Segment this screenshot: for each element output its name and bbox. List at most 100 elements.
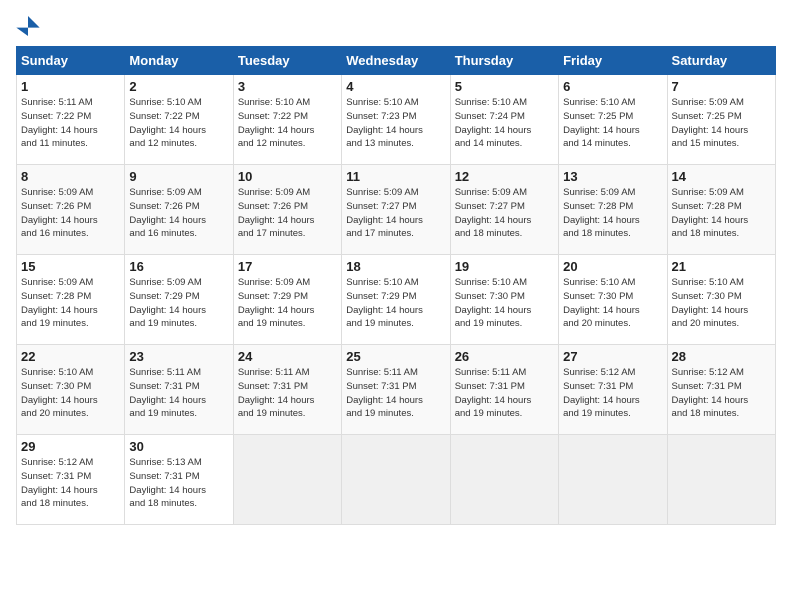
day-number: 21 — [672, 259, 771, 274]
calendar-cell: 17 Sunrise: 5:09 AM Sunset: 7:29 PM Dayli… — [233, 255, 341, 345]
calendar-cell: 9 Sunrise: 5:09 AM Sunset: 7:26 PM Daylig… — [125, 165, 233, 255]
day-info: Sunrise: 5:10 AM Sunset: 7:29 PM Dayligh… — [346, 276, 445, 331]
day-info: Sunrise: 5:10 AM Sunset: 7:30 PM Dayligh… — [672, 276, 771, 331]
header-cell-saturday: Saturday — [667, 47, 775, 75]
day-info: Sunrise: 5:10 AM Sunset: 7:23 PM Dayligh… — [346, 96, 445, 151]
day-number: 18 — [346, 259, 445, 274]
day-number: 22 — [21, 349, 120, 364]
day-info: Sunrise: 5:09 AM Sunset: 7:28 PM Dayligh… — [21, 276, 120, 331]
header-row: SundayMondayTuesdayWednesdayThursdayFrid… — [17, 47, 776, 75]
day-number: 9 — [129, 169, 228, 184]
header-cell-thursday: Thursday — [450, 47, 558, 75]
day-info: Sunrise: 5:09 AM Sunset: 7:26 PM Dayligh… — [238, 186, 337, 241]
calendar-cell — [559, 435, 667, 525]
calendar-body: 1 Sunrise: 5:11 AM Sunset: 7:22 PM Daylig… — [17, 75, 776, 525]
day-info: Sunrise: 5:10 AM Sunset: 7:22 PM Dayligh… — [129, 96, 228, 151]
day-info: Sunrise: 5:09 AM Sunset: 7:26 PM Dayligh… — [21, 186, 120, 241]
day-number: 27 — [563, 349, 662, 364]
day-info: Sunrise: 5:10 AM Sunset: 7:30 PM Dayligh… — [455, 276, 554, 331]
day-info: Sunrise: 5:09 AM Sunset: 7:27 PM Dayligh… — [346, 186, 445, 241]
calendar-cell: 19 Sunrise: 5:10 AM Sunset: 7:30 PM Dayli… — [450, 255, 558, 345]
day-number: 14 — [672, 169, 771, 184]
calendar-week-3: 15 Sunrise: 5:09 AM Sunset: 7:28 PM Dayli… — [17, 255, 776, 345]
header-cell-wednesday: Wednesday — [342, 47, 450, 75]
day-info: Sunrise: 5:09 AM Sunset: 7:26 PM Dayligh… — [129, 186, 228, 241]
calendar-table: SundayMondayTuesdayWednesdayThursdayFrid… — [16, 46, 776, 525]
day-number: 13 — [563, 169, 662, 184]
calendar-cell: 28 Sunrise: 5:12 AM Sunset: 7:31 PM Dayli… — [667, 345, 775, 435]
header-cell-friday: Friday — [559, 47, 667, 75]
calendar-cell: 13 Sunrise: 5:09 AM Sunset: 7:28 PM Dayli… — [559, 165, 667, 255]
calendar-cell: 16 Sunrise: 5:09 AM Sunset: 7:29 PM Dayli… — [125, 255, 233, 345]
calendar-week-1: 1 Sunrise: 5:11 AM Sunset: 7:22 PM Daylig… — [17, 75, 776, 165]
day-number: 6 — [563, 79, 662, 94]
day-number: 29 — [21, 439, 120, 454]
day-number: 20 — [563, 259, 662, 274]
calendar-cell: 30 Sunrise: 5:13 AM Sunset: 7:31 PM Dayli… — [125, 435, 233, 525]
day-number: 2 — [129, 79, 228, 94]
header-cell-monday: Monday — [125, 47, 233, 75]
day-number: 1 — [21, 79, 120, 94]
calendar-cell — [450, 435, 558, 525]
day-info: Sunrise: 5:10 AM Sunset: 7:30 PM Dayligh… — [21, 366, 120, 421]
day-info: Sunrise: 5:10 AM Sunset: 7:30 PM Dayligh… — [563, 276, 662, 331]
day-number: 28 — [672, 349, 771, 364]
day-info: Sunrise: 5:09 AM Sunset: 7:27 PM Dayligh… — [455, 186, 554, 241]
day-number: 15 — [21, 259, 120, 274]
day-info: Sunrise: 5:10 AM Sunset: 7:22 PM Dayligh… — [238, 96, 337, 151]
calendar-cell: 15 Sunrise: 5:09 AM Sunset: 7:28 PM Dayli… — [17, 255, 125, 345]
calendar-cell: 29Sunrise: 5:12 AM Sunset: 7:31 PM Dayli… — [17, 435, 125, 525]
header-cell-sunday: Sunday — [17, 47, 125, 75]
day-info: Sunrise: 5:09 AM Sunset: 7:29 PM Dayligh… — [238, 276, 337, 331]
calendar-cell: 4 Sunrise: 5:10 AM Sunset: 7:23 PM Daylig… — [342, 75, 450, 165]
calendar-cell: 24 Sunrise: 5:11 AM Sunset: 7:31 PM Dayli… — [233, 345, 341, 435]
day-info: Sunrise: 5:09 AM Sunset: 7:28 PM Dayligh… — [672, 186, 771, 241]
calendar-cell: 11Sunrise: 5:09 AM Sunset: 7:27 PM Dayli… — [342, 165, 450, 255]
day-info: Sunrise: 5:11 AM Sunset: 7:31 PM Dayligh… — [346, 366, 445, 421]
calendar-cell: 18 Sunrise: 5:10 AM Sunset: 7:29 PM Dayli… — [342, 255, 450, 345]
day-number: 3 — [238, 79, 337, 94]
calendar-week-2: 8Sunrise: 5:09 AM Sunset: 7:26 PM Daylig… — [17, 165, 776, 255]
day-number: 23 — [129, 349, 228, 364]
calendar-cell: 20 Sunrise: 5:10 AM Sunset: 7:30 PM Dayli… — [559, 255, 667, 345]
calendar-cell: 23Sunrise: 5:11 AM Sunset: 7:31 PM Dayli… — [125, 345, 233, 435]
day-info: Sunrise: 5:09 AM Sunset: 7:25 PM Dayligh… — [672, 96, 771, 151]
day-info: Sunrise: 5:09 AM Sunset: 7:28 PM Dayligh… — [563, 186, 662, 241]
logo-icon — [16, 16, 40, 36]
calendar-cell: 26Sunrise: 5:11 AM Sunset: 7:31 PM Dayli… — [450, 345, 558, 435]
calendar-cell: 2 Sunrise: 5:10 AM Sunset: 7:22 PM Daylig… — [125, 75, 233, 165]
header-cell-tuesday: Tuesday — [233, 47, 341, 75]
calendar-cell: 10 Sunrise: 5:09 AM Sunset: 7:26 PM Dayli… — [233, 165, 341, 255]
day-number: 16 — [129, 259, 228, 274]
calendar-cell — [233, 435, 341, 525]
calendar-week-5: 29Sunrise: 5:12 AM Sunset: 7:31 PM Dayli… — [17, 435, 776, 525]
calendar-cell: 14 Sunrise: 5:09 AM Sunset: 7:28 PM Dayli… — [667, 165, 775, 255]
day-number: 26 — [455, 349, 554, 364]
day-info: Sunrise: 5:13 AM Sunset: 7:31 PM Dayligh… — [129, 456, 228, 511]
day-number: 17 — [238, 259, 337, 274]
logo — [16, 16, 44, 36]
calendar-cell: 5 Sunrise: 5:10 AM Sunset: 7:24 PM Daylig… — [450, 75, 558, 165]
calendar-week-4: 22 Sunrise: 5:10 AM Sunset: 7:30 PM Dayli… — [17, 345, 776, 435]
calendar-cell: 12Sunrise: 5:09 AM Sunset: 7:27 PM Dayli… — [450, 165, 558, 255]
day-info: Sunrise: 5:10 AM Sunset: 7:24 PM Dayligh… — [455, 96, 554, 151]
day-number: 10 — [238, 169, 337, 184]
calendar-cell: 1 Sunrise: 5:11 AM Sunset: 7:22 PM Daylig… — [17, 75, 125, 165]
calendar-cell — [342, 435, 450, 525]
calendar-cell: 21 Sunrise: 5:10 AM Sunset: 7:30 PM Dayli… — [667, 255, 775, 345]
day-info: Sunrise: 5:10 AM Sunset: 7:25 PM Dayligh… — [563, 96, 662, 151]
day-info: Sunrise: 5:09 AM Sunset: 7:29 PM Dayligh… — [129, 276, 228, 331]
day-info: Sunrise: 5:12 AM Sunset: 7:31 PM Dayligh… — [672, 366, 771, 421]
day-number: 4 — [346, 79, 445, 94]
day-info: Sunrise: 5:11 AM Sunset: 7:31 PM Dayligh… — [238, 366, 337, 421]
day-info: Sunrise: 5:11 AM Sunset: 7:22 PM Dayligh… — [21, 96, 120, 151]
day-info: Sunrise: 5:12 AM Sunset: 7:31 PM Dayligh… — [563, 366, 662, 421]
calendar-cell: 6 Sunrise: 5:10 AM Sunset: 7:25 PM Daylig… — [559, 75, 667, 165]
day-number: 30 — [129, 439, 228, 454]
calendar-cell: 22 Sunrise: 5:10 AM Sunset: 7:30 PM Dayli… — [17, 345, 125, 435]
calendar-cell: 7 Sunrise: 5:09 AM Sunset: 7:25 PM Daylig… — [667, 75, 775, 165]
day-number: 24 — [238, 349, 337, 364]
day-number: 7 — [672, 79, 771, 94]
day-number: 5 — [455, 79, 554, 94]
day-number: 19 — [455, 259, 554, 274]
